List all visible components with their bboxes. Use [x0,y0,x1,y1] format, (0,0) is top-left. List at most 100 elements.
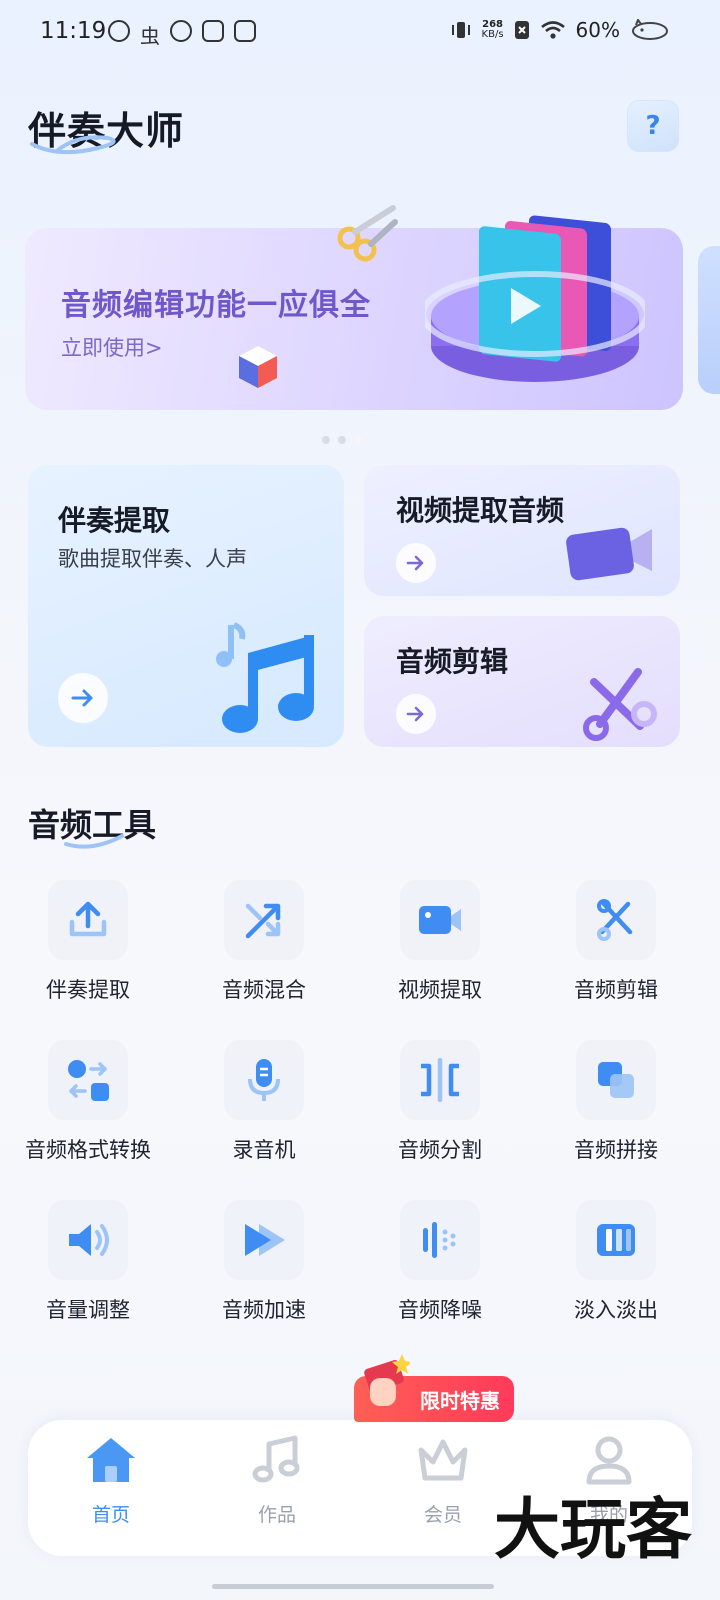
card-arrow-button[interactable] [58,673,108,723]
nav-item-works[interactable]: 作品 [194,1420,360,1556]
help-icon: ? [645,111,661,141]
tool-icon-box [400,1200,480,1280]
vibrate-icon [451,22,470,38]
video-extract-audio-card[interactable]: 视频提取音频 [364,465,680,596]
tool-label: 音频降噪 [398,1298,482,1322]
status-time: 11:19 [40,18,107,44]
tool-label: 音频格式转换 [25,1138,151,1162]
music-note-icon [252,1435,300,1483]
title-underline-decoration [30,135,116,155]
tool-icon-box [48,1200,128,1280]
tool-icon-box [400,880,480,960]
tool-video-extract[interactable]: 视频提取 [352,880,528,1004]
tool-accompaniment-extract[interactable]: 伴奏提取 [0,880,176,1004]
crown-icon [418,1439,468,1481]
music-note-icon [216,622,314,733]
tool-recorder[interactable]: 录音机 [176,1040,352,1164]
mail-notification-icon [202,20,224,42]
card-title: 伴奏提取 [58,504,171,537]
tool-icon-box [400,1040,480,1120]
tool-audio-denoise[interactable]: 音频降噪 [352,1200,528,1324]
microphone-icon [248,1059,280,1101]
sim-off-icon [514,21,529,39]
promo-banner[interactable]: 音频编辑功能一应俱全 立即使用> [25,205,683,410]
tool-label: 音频加速 [222,1298,306,1322]
tool-audio-speed[interactable]: 音频加速 [176,1200,352,1324]
net-speed-unit: KB/s [481,29,504,40]
home-icon [87,1438,135,1482]
pagination-dot-active [354,436,362,444]
next-banner-peek[interactable] [698,246,720,394]
format-convert-icon [68,1060,109,1101]
tool-label: 音频分割 [398,1138,482,1162]
card-arrow-button[interactable] [396,543,436,583]
arrow-right-icon [71,689,93,707]
merge-icon [598,1062,634,1098]
nav-label: 首页 [91,1504,130,1526]
fade-icon [597,1224,635,1256]
tool-label: 音频剪辑 [574,978,658,1002]
bug-icon: 虫 [140,24,160,48]
tool-format-convert[interactable]: 音频格式转换 [0,1040,176,1164]
nav-item-home[interactable]: 首页 [28,1420,194,1556]
video-camera-icon [566,527,652,581]
tool-icon-box [48,880,128,960]
tool-icon-box [224,1200,304,1280]
watermark-text: 大玩客 [494,1491,692,1566]
cube-icon [239,346,277,388]
shuffle-icon [245,903,281,939]
help-button[interactable]: ? [627,100,679,152]
user-icon [586,1436,632,1485]
home-indicator[interactable] [212,1584,494,1589]
tool-icon-box [576,1040,656,1120]
promo-label: 限时特惠 [420,1388,500,1413]
section-underline-decoration [64,834,124,849]
tool-fade[interactable]: 淡入淡出 [528,1200,704,1324]
tool-label: 音量调整 [46,1298,130,1322]
nav-label: 作品 [257,1504,296,1526]
battery-cat-icon [632,19,668,40]
play-notification-icon [234,20,256,42]
pagination-dot [322,436,330,444]
battery-level: 60% [575,18,620,42]
chat-notification-icon [170,20,192,42]
arrow-right-icon [406,555,424,571]
audio-edit-card[interactable]: 音频剪辑 [364,616,680,747]
accompaniment-extract-card[interactable]: 伴奏提取 歌曲提取伴奏、人声 [28,465,344,747]
split-icon [421,1058,459,1102]
tool-icon-box [224,880,304,960]
status-bar: 11:19 虫 268 KB/s 60% [0,0,720,66]
tool-icon-box [224,1040,304,1120]
tool-audio-merge[interactable]: 音频拼接 [528,1040,704,1164]
tool-audio-split[interactable]: 音频分割 [352,1040,528,1164]
banner-title: 音频编辑功能一应俱全 [61,288,371,323]
tool-icon-box [576,880,656,960]
wifi-icon [540,21,565,39]
tool-audio-mix[interactable]: 音频混合 [176,880,352,1004]
banner-pagination [322,436,362,444]
upload-icon [69,901,107,937]
denoise-icon [423,1222,456,1258]
scissors-icon [583,668,657,741]
tool-label: 音频拼接 [574,1138,658,1162]
card-subtitle: 歌曲提取伴奏、人声 [58,547,247,571]
tool-icon-box [48,1040,128,1120]
tool-audio-edit[interactable]: 音频剪辑 [528,880,704,1004]
tool-label: 伴奏提取 [46,978,130,1002]
tool-volume-adjust[interactable]: 音量调整 [0,1200,176,1324]
scissors-icon [337,205,398,262]
volume-icon [69,1224,109,1256]
tool-label: 音频混合 [222,978,306,1002]
status-right: 268 KB/s 60% [450,18,670,42]
card-title: 视频提取音频 [396,494,565,527]
tool-label: 淡入淡出 [574,1298,658,1322]
net-speed: 268 KB/s [482,20,504,40]
arrow-right-icon [406,706,424,722]
card-arrow-button[interactable] [396,694,436,734]
banner-link[interactable]: 立即使用> [61,332,163,362]
hand-coupon-icon [364,1354,410,1406]
notification-icons: 虫 [108,20,256,49]
card-title: 音频剪辑 [396,645,509,678]
tool-label: 视频提取 [398,978,482,1002]
pagination-dot [338,436,346,444]
